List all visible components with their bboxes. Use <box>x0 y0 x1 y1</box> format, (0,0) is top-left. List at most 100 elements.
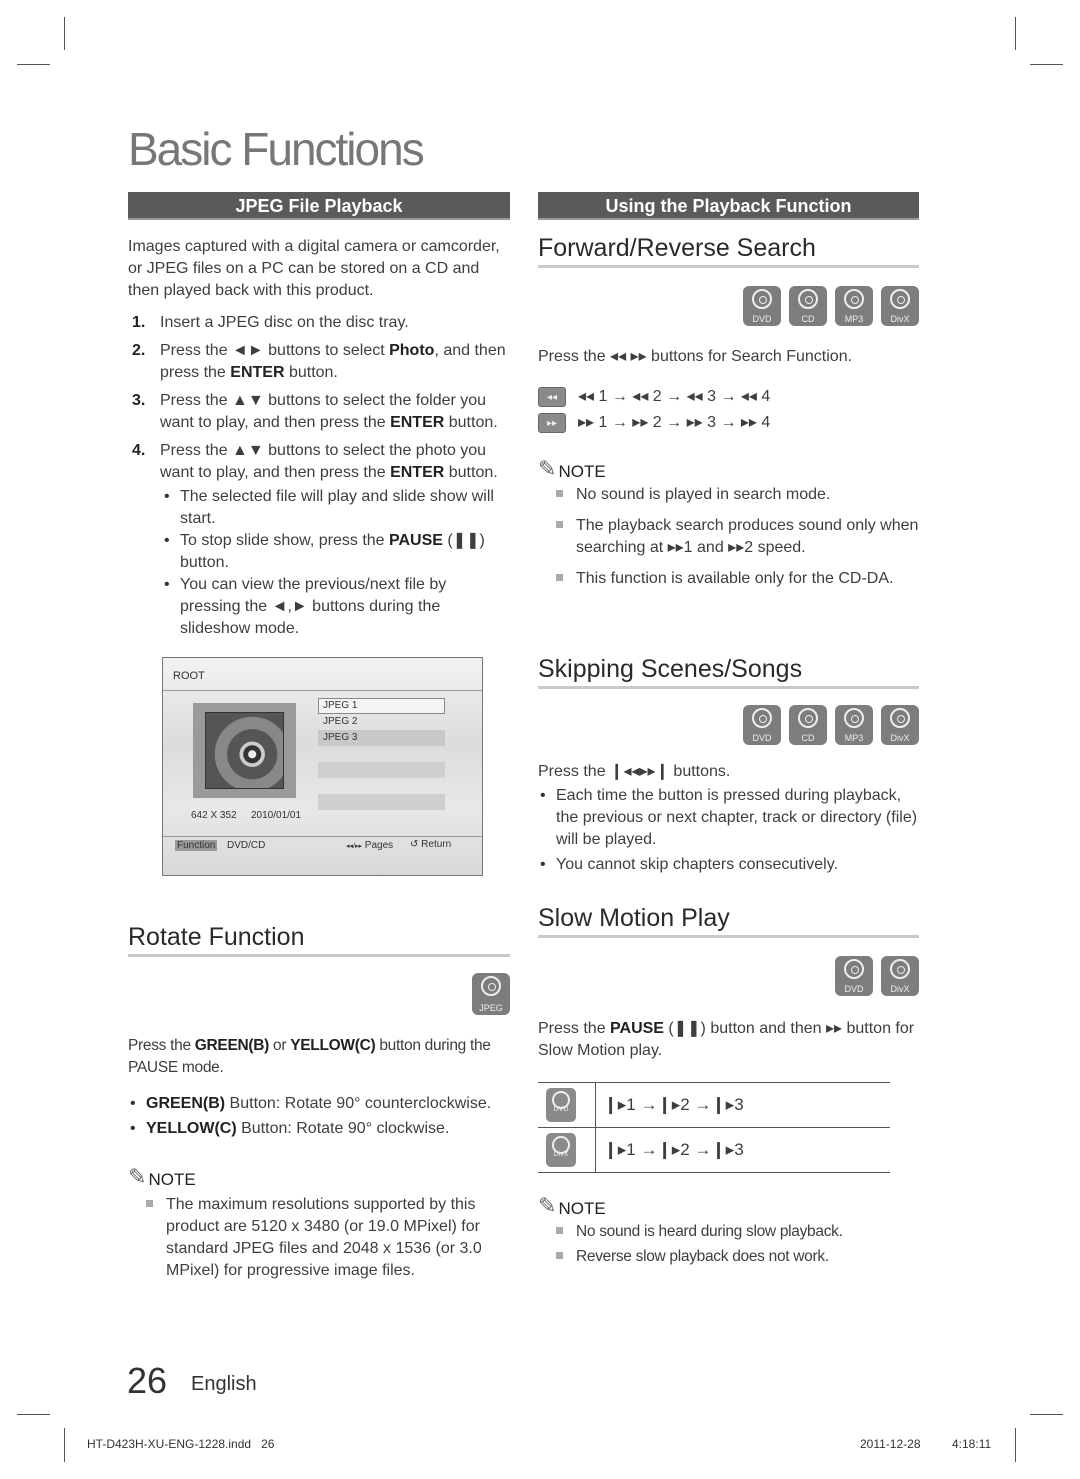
rotate-section: Rotate Function JPEG Press the GREEN(B) … <box>128 923 510 1291</box>
bullet-item: The selected file will play and slide sh… <box>162 486 510 530</box>
note-heading: ✎ NOTE <box>128 1164 196 1189</box>
rotate-bullets: GREEN(B) Button: Rotate 90° counterclock… <box>128 1093 510 1140</box>
crop-mark <box>1030 64 1063 65</box>
intro-text: Images captured with a digital camera or… <box>128 238 500 299</box>
skip-bullets: Each time the button is pressed during p… <box>538 785 919 876</box>
screen-header: ROOT <box>173 670 205 682</box>
divx-disc-icon: DivX <box>881 705 919 745</box>
step-item: 1. Insert a JPEG disc on the disc tray. <box>132 314 409 331</box>
note-item: No sound is heard during slow playback. <box>538 1221 919 1243</box>
section-bar-playback: Using the Playback Function <box>538 192 919 220</box>
jpeg-browser-screenshot: ROOT 642 X 352 2010/01/01 JPEG 1 JPEG 2 … <box>162 657 483 876</box>
right-column: Using the Playback Function Forward/Reve… <box>538 192 919 599</box>
thumbnail-frame <box>193 703 296 798</box>
empty-slot <box>318 762 445 778</box>
slow-section: Slow Motion Play DVD DivX Press the PAUS… <box>538 904 919 1277</box>
skip-instruction: Press the ❙◂◂▸▸❙ buttons. <box>538 763 731 780</box>
cd-disc-icon: CD <box>789 286 827 326</box>
note-item: No sound is played in search mode. <box>538 484 919 506</box>
pencil-note-icon: ✎ <box>128 1164 147 1189</box>
slow-notes: No sound is heard during slow playback. … <box>538 1221 919 1268</box>
slow-speed-table: DVD ❙▸1 →❙▸2 →❙▸3 DivX ❙▸1 →❙▸2 →❙▸3 <box>538 1082 890 1173</box>
fast-forward-button-icon: ▸▸ <box>538 413 566 433</box>
dvd-disc-icon: DVD <box>546 1088 576 1122</box>
indd-filename: HT-D423H-XU-ENG-1228.indd 26 <box>87 1437 275 1451</box>
jpeg-bullets: The selected file will play and slide sh… <box>128 486 510 640</box>
bullet-item: GREEN(B) Button: Rotate 90° counterclock… <box>128 1093 510 1115</box>
slow-disc-icons: DVD DivX <box>538 956 919 996</box>
bullet-item: YELLOW(C) Button: Rotate 90° clockwise. <box>128 1118 510 1140</box>
bullet-item: To stop slide show, press the PAUSE (❚❚)… <box>162 530 510 574</box>
rotate-heading: Rotate Function <box>128 923 510 957</box>
pages-icon: ◂◂/▸▸ <box>346 843 362 850</box>
search-heading: Forward/Reverse Search <box>538 234 919 268</box>
slow-speed-sequence: ❙▸1 →❙▸2 →❙▸3 <box>595 1127 890 1173</box>
bullet-item: You can view the previous/next file by p… <box>162 574 510 640</box>
reverse-speed-row: ◂◂ ◂◂ 1 → ◂◂ 2 → ◂◂ 3 → ◂◂ 4 <box>538 386 919 408</box>
skip-disc-icons: DVD CD MP3 DivX <box>538 705 919 745</box>
crop-mark <box>1015 17 1016 50</box>
pages-hint: ◂◂/▸▸ Pages <box>346 840 394 851</box>
step-item: 4. Press the ▲▼ buttons to select the pho… <box>132 442 498 481</box>
note-item: This function is available only for the … <box>538 568 919 590</box>
print-date: 2011-12-28 <box>860 1437 921 1451</box>
dvd-disc-icon: DVD <box>743 705 781 745</box>
note-item: Reverse slow playback does not work. <box>538 1246 919 1268</box>
search-instruction: Press the ◂◂ ▸▸ buttons for Search Funct… <box>538 348 853 365</box>
image-date: 2010/01/01 <box>251 810 302 821</box>
mp3-disc-icon: MP3 <box>835 705 873 745</box>
note-heading: ✎ NOTE <box>538 456 606 481</box>
pencil-note-icon: ✎ <box>538 456 557 481</box>
search-disc-icons: DVD CD MP3 DivX <box>538 286 919 326</box>
crop-mark <box>1030 1414 1063 1415</box>
cd-disc-icon: CD <box>789 705 827 745</box>
return-icon: ↺ <box>410 839 419 850</box>
rotate-instruction: Press the GREEN(B) or YELLOW(C) button d… <box>128 1037 491 1076</box>
jpeg-disc-icon: JPEG <box>472 973 510 1015</box>
bullet-item: You cannot skip chapters consecutively. <box>538 854 919 876</box>
slow-speed-sequence: ❙▸1 →❙▸2 →❙▸3 <box>595 1082 890 1128</box>
crop-mark <box>64 1428 65 1462</box>
image-resolution: 642 X 352 <box>191 810 237 821</box>
search-notes: No sound is played in search mode. The p… <box>538 484 919 590</box>
rotate-disc-icons: JPEG <box>128 973 510 1015</box>
empty-slot <box>318 794 445 810</box>
rotate-notes: The maximum resolutions supported by thi… <box>128 1194 510 1282</box>
skip-heading: Skipping Scenes/Songs <box>538 655 919 689</box>
divx-disc-icon: DivX <box>546 1133 576 1167</box>
left-column: JPEG File Playback Images captured with … <box>128 192 510 640</box>
file-item[interactable]: JPEG 3 <box>318 730 445 746</box>
page-title: Basic Functions <box>128 123 425 175</box>
crop-mark <box>1015 1428 1016 1462</box>
step-item: 3. Press the ▲▼ buttons to select the fol… <box>132 392 498 431</box>
bullet-item: Each time the button is pressed during p… <box>538 785 919 851</box>
divx-disc-icon: DivX <box>881 286 919 326</box>
file-item[interactable]: JPEG 2 <box>318 714 445 730</box>
section-bar-jpeg: JPEG File Playback <box>128 192 510 220</box>
print-time: 4:18:11 <box>952 1437 992 1451</box>
page-number: 26 <box>127 1360 168 1401</box>
step-item: 2. Press the ◄► buttons to select Photo, … <box>132 342 506 381</box>
butterfly-photo <box>205 712 284 789</box>
crop-mark <box>17 64 50 65</box>
reverse-speed-sequence: ◂◂ 1 → ◂◂ 2 → ◂◂ 3 → ◂◂ 4 <box>578 388 771 405</box>
page-language: English <box>191 1373 257 1395</box>
source-label: DVD/CD <box>227 840 266 851</box>
dvd-disc-icon: DVD <box>835 956 873 996</box>
table-row: DVD ❙▸1 →❙▸2 →❙▸3 <box>538 1082 890 1128</box>
note-item: The playback search produces sound only … <box>538 515 919 559</box>
forward-speed-row: ▸▸ ▸▸ 1 → ▸▸ 2 → ▸▸ 3 → ▸▸ 4 <box>538 412 919 434</box>
steps-list: 1. Insert a JPEG disc on the disc tray. 2… <box>128 312 510 484</box>
function-tab[interactable]: Function <box>175 840 218 851</box>
dvd-disc-icon: DVD <box>743 286 781 326</box>
forward-speed-sequence: ▸▸ 1 → ▸▸ 2 → ▸▸ 3 → ▸▸ 4 <box>578 414 771 431</box>
table-row: DivX ❙▸1 →❙▸2 →❙▸3 <box>538 1127 890 1173</box>
crop-mark <box>64 17 65 50</box>
skip-section: Skipping Scenes/Songs DVD CD MP3 DivX Pr… <box>538 655 919 876</box>
pencil-note-icon: ✎ <box>538 1193 557 1218</box>
file-item-selected[interactable]: JPEG 1 <box>318 698 445 714</box>
rewind-button-icon: ◂◂ <box>538 387 566 407</box>
note-heading: ✎ NOTE <box>538 1193 606 1218</box>
slow-instruction: Press the PAUSE (❚❚) button and then ▸▸ … <box>538 1020 915 1059</box>
mp3-disc-icon: MP3 <box>835 286 873 326</box>
